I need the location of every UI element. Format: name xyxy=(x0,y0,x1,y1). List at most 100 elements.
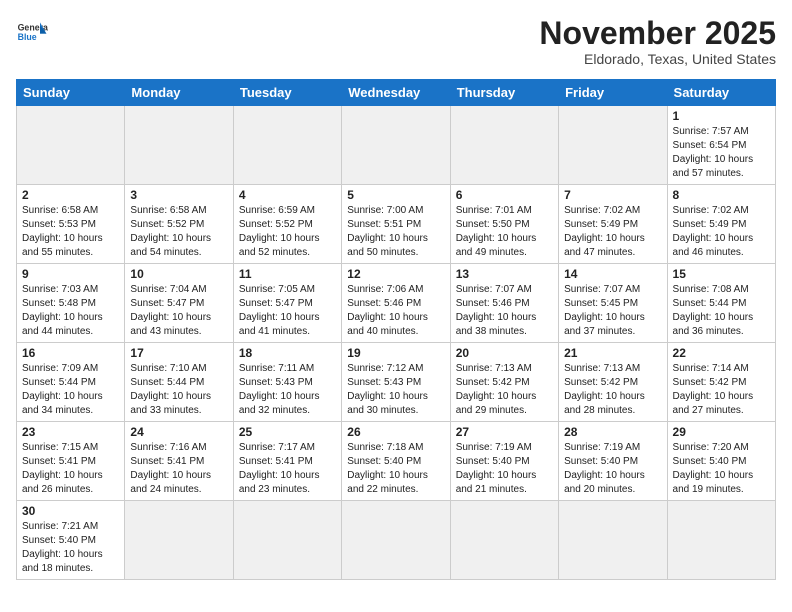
calendar-cell xyxy=(233,106,341,185)
col-header-tuesday: Tuesday xyxy=(233,80,341,106)
day-info: Sunrise: 7:05 AMSunset: 5:47 PMDaylight:… xyxy=(239,283,336,339)
calendar-cell: 28 Sunrise: 7:19 AMSunset: 5:40 PMDayligh… xyxy=(559,422,667,501)
day-info: Sunrise: 6:58 AMSunset: 5:53 PMDaylight:… xyxy=(22,204,119,260)
day-info: Sunrise: 7:09 AMSunset: 5:44 PMDaylight:… xyxy=(22,362,119,418)
day-number: 18 xyxy=(239,346,336,360)
day-number: 10 xyxy=(130,267,227,281)
day-info: Sunrise: 7:04 AMSunset: 5:47 PMDaylight:… xyxy=(130,283,227,339)
calendar-cell xyxy=(667,501,775,580)
day-info: Sunrise: 7:02 AMSunset: 5:49 PMDaylight:… xyxy=(564,204,661,260)
calendar-cell xyxy=(125,501,233,580)
day-number: 9 xyxy=(22,267,119,281)
calendar-cell: 17 Sunrise: 7:10 AMSunset: 5:44 PMDayligh… xyxy=(125,343,233,422)
day-number: 16 xyxy=(22,346,119,360)
col-header-monday: Monday xyxy=(125,80,233,106)
day-number: 12 xyxy=(347,267,444,281)
calendar-cell: 3Sunrise: 6:58 AMSunset: 5:52 PMDaylight… xyxy=(125,185,233,264)
day-number: 25 xyxy=(239,425,336,439)
calendar-cell: 18Sunrise: 7:11 AMSunset: 5:43 PMDayligh… xyxy=(233,343,341,422)
day-info: Sunrise: 7:18 AMSunset: 5:40 PMDaylight:… xyxy=(347,441,444,497)
calendar-cell: 15 Sunrise: 7:08 AMSunset: 5:44 PMDayligh… xyxy=(667,264,775,343)
day-number: 27 xyxy=(456,425,553,439)
day-number: 14 xyxy=(564,267,661,281)
calendar-cell: 1 Sunrise: 7:57 AMSunset: 6:54 PMDaylight… xyxy=(667,106,775,185)
calendar-cell xyxy=(342,106,450,185)
day-info: Sunrise: 7:19 AMSunset: 5:40 PMDaylight:… xyxy=(564,441,661,497)
day-info: Sunrise: 7:08 AMSunset: 5:44 PMDaylight:… xyxy=(673,283,770,339)
calendar-cell: 4Sunrise: 6:59 AMSunset: 5:52 PMDaylight… xyxy=(233,185,341,264)
calendar-cell xyxy=(559,501,667,580)
calendar-cell: 11 Sunrise: 7:05 AMSunset: 5:47 PMDayligh… xyxy=(233,264,341,343)
col-header-sunday: Sunday xyxy=(17,80,125,106)
location: Eldorado, Texas, United States xyxy=(539,51,776,67)
calendar-cell: 8Sunrise: 7:02 AMSunset: 5:49 PMDaylight… xyxy=(667,185,775,264)
calendar-cell: 5 Sunrise: 7:00 AMSunset: 5:51 PMDaylight… xyxy=(342,185,450,264)
day-info: Sunrise: 7:57 AMSunset: 6:54 PMDaylight:… xyxy=(673,125,770,181)
calendar-cell: 13 Sunrise: 7:07 AMSunset: 5:46 PMDayligh… xyxy=(450,264,558,343)
calendar-cell: 27 Sunrise: 7:19 AMSunset: 5:40 PMDayligh… xyxy=(450,422,558,501)
calendar-cell xyxy=(342,501,450,580)
calendar-cell: 20Sunrise: 7:13 AMSunset: 5:42 PMDayligh… xyxy=(450,343,558,422)
calendar-cell: 24 Sunrise: 7:16 AMSunset: 5:41 PMDayligh… xyxy=(125,422,233,501)
calendar-cell xyxy=(17,106,125,185)
calendar-cell xyxy=(450,106,558,185)
header: General Blue November 2025 Eldorado, Tex… xyxy=(16,16,776,67)
day-number: 11 xyxy=(239,267,336,281)
svg-text:Blue: Blue xyxy=(18,32,37,42)
calendar-cell: 2Sunrise: 6:58 AMSunset: 5:53 PMDaylight… xyxy=(17,185,125,264)
calendar-cell xyxy=(559,106,667,185)
calendar-cell xyxy=(450,501,558,580)
day-number: 5 xyxy=(347,188,444,202)
day-number: 19 xyxy=(347,346,444,360)
day-info: Sunrise: 7:00 AMSunset: 5:51 PMDaylight:… xyxy=(347,204,444,260)
day-info: Sunrise: 7:07 AMSunset: 5:45 PMDaylight:… xyxy=(564,283,661,339)
day-number: 30 xyxy=(22,504,119,518)
day-number: 22 xyxy=(673,346,770,360)
title-block: November 2025 Eldorado, Texas, United St… xyxy=(539,16,776,67)
day-number: 13 xyxy=(456,267,553,281)
calendar-week-2: 2Sunrise: 6:58 AMSunset: 5:53 PMDaylight… xyxy=(17,185,776,264)
col-header-friday: Friday xyxy=(559,80,667,106)
day-number: 29 xyxy=(673,425,770,439)
calendar-cell: 10 Sunrise: 7:04 AMSunset: 5:47 PMDayligh… xyxy=(125,264,233,343)
logo: General Blue xyxy=(16,16,48,48)
day-info: Sunrise: 7:14 AMSunset: 5:42 PMDaylight:… xyxy=(673,362,770,418)
calendar-cell: 14 Sunrise: 7:07 AMSunset: 5:45 PMDayligh… xyxy=(559,264,667,343)
day-info: Sunrise: 7:19 AMSunset: 5:40 PMDaylight:… xyxy=(456,441,553,497)
day-info: Sunrise: 7:01 AMSunset: 5:50 PMDaylight:… xyxy=(456,204,553,260)
day-number: 28 xyxy=(564,425,661,439)
day-info: Sunrise: 7:06 AMSunset: 5:46 PMDaylight:… xyxy=(347,283,444,339)
day-info: Sunrise: 7:21 AMSunset: 5:40 PMDaylight:… xyxy=(22,520,119,576)
day-info: Sunrise: 7:07 AMSunset: 5:46 PMDaylight:… xyxy=(456,283,553,339)
calendar: SundayMondayTuesdayWednesdayThursdayFrid… xyxy=(16,79,776,580)
calendar-cell: 19 Sunrise: 7:12 AMSunset: 5:43 PMDayligh… xyxy=(342,343,450,422)
day-number: 1 xyxy=(673,109,770,123)
day-info: Sunrise: 7:03 AMSunset: 5:48 PMDaylight:… xyxy=(22,283,119,339)
calendar-header-row: SundayMondayTuesdayWednesdayThursdayFrid… xyxy=(17,80,776,106)
calendar-cell xyxy=(233,501,341,580)
calendar-cell: 6 Sunrise: 7:01 AMSunset: 5:50 PMDaylight… xyxy=(450,185,558,264)
calendar-week-6: 30 Sunrise: 7:21 AMSunset: 5:40 PMDayligh… xyxy=(17,501,776,580)
day-info: Sunrise: 7:13 AMSunset: 5:42 PMDaylight:… xyxy=(564,362,661,418)
calendar-cell: 16 Sunrise: 7:09 AMSunset: 5:44 PMDayligh… xyxy=(17,343,125,422)
day-number: 15 xyxy=(673,267,770,281)
day-info: Sunrise: 7:10 AMSunset: 5:44 PMDaylight:… xyxy=(130,362,227,418)
calendar-cell: 30 Sunrise: 7:21 AMSunset: 5:40 PMDayligh… xyxy=(17,501,125,580)
day-info: Sunrise: 7:13 AMSunset: 5:42 PMDaylight:… xyxy=(456,362,553,418)
day-number: 6 xyxy=(456,188,553,202)
day-info: Sunrise: 7:15 AMSunset: 5:41 PMDaylight:… xyxy=(22,441,119,497)
day-number: 17 xyxy=(130,346,227,360)
calendar-cell: 25 Sunrise: 7:17 AMSunset: 5:41 PMDayligh… xyxy=(233,422,341,501)
day-number: 21 xyxy=(564,346,661,360)
day-info: Sunrise: 7:16 AMSunset: 5:41 PMDaylight:… xyxy=(130,441,227,497)
calendar-cell: 22 Sunrise: 7:14 AMSunset: 5:42 PMDayligh… xyxy=(667,343,775,422)
day-number: 26 xyxy=(347,425,444,439)
day-number: 8 xyxy=(673,188,770,202)
month-title: November 2025 xyxy=(539,16,776,51)
day-info: Sunrise: 7:17 AMSunset: 5:41 PMDaylight:… xyxy=(239,441,336,497)
calendar-cell: 23Sunrise: 7:15 AMSunset: 5:41 PMDayligh… xyxy=(17,422,125,501)
day-number: 7 xyxy=(564,188,661,202)
day-info: Sunrise: 7:12 AMSunset: 5:43 PMDaylight:… xyxy=(347,362,444,418)
day-number: 24 xyxy=(130,425,227,439)
calendar-week-3: 9 Sunrise: 7:03 AMSunset: 5:48 PMDaylight… xyxy=(17,264,776,343)
